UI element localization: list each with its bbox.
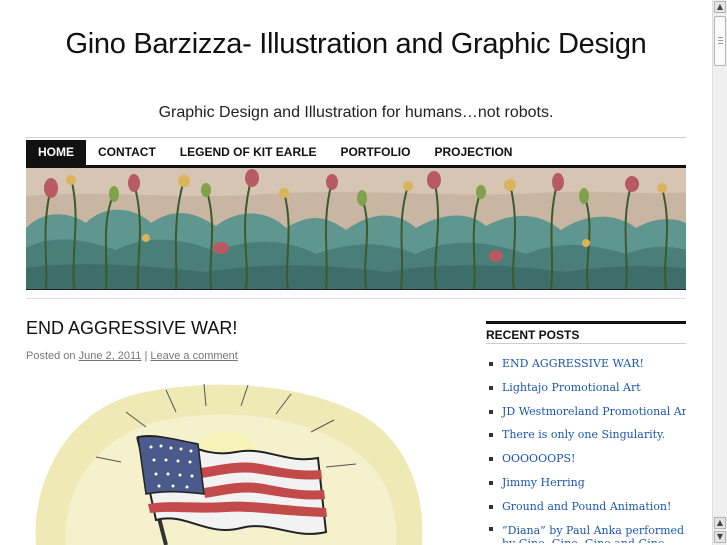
- list-item: Lightajo Promotional Art: [486, 376, 686, 400]
- post-title[interactable]: END AGGRESSIVE WAR!: [26, 318, 237, 339]
- post-illustration-flag: [26, 382, 430, 545]
- bullet-icon: [489, 362, 493, 366]
- nav-item-contact[interactable]: CONTACT: [86, 140, 168, 165]
- site-title[interactable]: Gino Barzizza- Illustration and Graphic …: [26, 26, 686, 63]
- header-banner-image: [26, 168, 686, 290]
- scrollbar-thumb[interactable]: [714, 16, 726, 66]
- recent-post-link[interactable]: JD Westmoreland Promotional Art: [502, 405, 686, 418]
- widget-divider: [486, 343, 686, 344]
- recent-post-link[interactable]: There is only one Singularity.: [502, 428, 665, 441]
- posted-on-label: Posted on: [26, 350, 76, 362]
- vertical-scrollbar[interactable]: ▲ ▲ ▼: [712, 0, 727, 545]
- main-nav: HOME CONTACT LEGEND OF KIT EARLE PORTFOL…: [26, 140, 686, 168]
- recent-posts-list: END AGGRESSIVE WAR! Lightajo Promotional…: [486, 352, 686, 543]
- recent-post-link[interactable]: Lightajo Promotional Art: [502, 381, 641, 394]
- bullet-icon: [489, 526, 493, 531]
- bullet-icon: [489, 457, 493, 462]
- list-item: Jimmy Herring: [486, 471, 686, 495]
- list-item: END AGGRESSIVE WAR!: [486, 352, 686, 376]
- post-meta: Posted on June 2, 2011 | Leave a comment: [26, 350, 238, 362]
- list-item: There is only one Singularity.: [486, 423, 686, 447]
- arrow-down-icon[interactable]: ▼: [714, 531, 726, 543]
- recent-post-link[interactable]: Ground and Pound Animation!: [502, 500, 671, 513]
- leave-comment-link[interactable]: Leave a comment: [150, 350, 237, 362]
- page: Gino Barzizza- Illustration and Graphic …: [0, 0, 712, 545]
- nav-top-divider: [26, 137, 686, 138]
- arrow-up-icon[interactable]: ▲: [714, 1, 726, 13]
- recent-posts-heading: RECENT POSTS: [486, 321, 686, 342]
- grip-line: [718, 37, 723, 38]
- list-item: Ground and Pound Animation!: [486, 495, 686, 519]
- bullet-icon: [489, 480, 493, 485]
- post-date-link[interactable]: June 2, 2011: [79, 350, 142, 362]
- recent-post-link[interactable]: END AGGRESSIVE WAR!: [502, 357, 644, 370]
- content-divider: [26, 298, 686, 299]
- recent-post-link[interactable]: “Diana” by Paul Anka performed by Gino, …: [502, 524, 684, 543]
- recent-post-link[interactable]: Jimmy Herring: [502, 476, 585, 489]
- nav-item-legend-of-kit-earle[interactable]: LEGEND OF KIT EARLE: [168, 140, 329, 165]
- grip-line: [718, 43, 723, 44]
- arrow-up-icon[interactable]: ▲: [714, 517, 726, 529]
- nav-item-projection[interactable]: PROJECTION: [422, 140, 524, 165]
- recent-post-link[interactable]: OOOOOOPS!: [502, 452, 575, 465]
- list-item: OOOOOOPS!: [486, 447, 686, 471]
- grip-line: [718, 40, 723, 41]
- bullet-icon: [489, 504, 493, 509]
- bullet-icon: [489, 409, 493, 414]
- nav-item-portfolio[interactable]: PORTFOLIO: [328, 140, 422, 165]
- site-description: Graphic Design and Illustration for huma…: [158, 104, 554, 121]
- bullet-icon: [489, 385, 493, 390]
- list-item: “Diana” by Paul Anka performed by Gino, …: [486, 519, 686, 543]
- nav-item-home[interactable]: HOME: [26, 140, 86, 165]
- list-item: JD Westmoreland Promotional Art: [486, 400, 686, 424]
- meta-separator: |: [144, 350, 148, 362]
- bullet-icon: [489, 433, 493, 438]
